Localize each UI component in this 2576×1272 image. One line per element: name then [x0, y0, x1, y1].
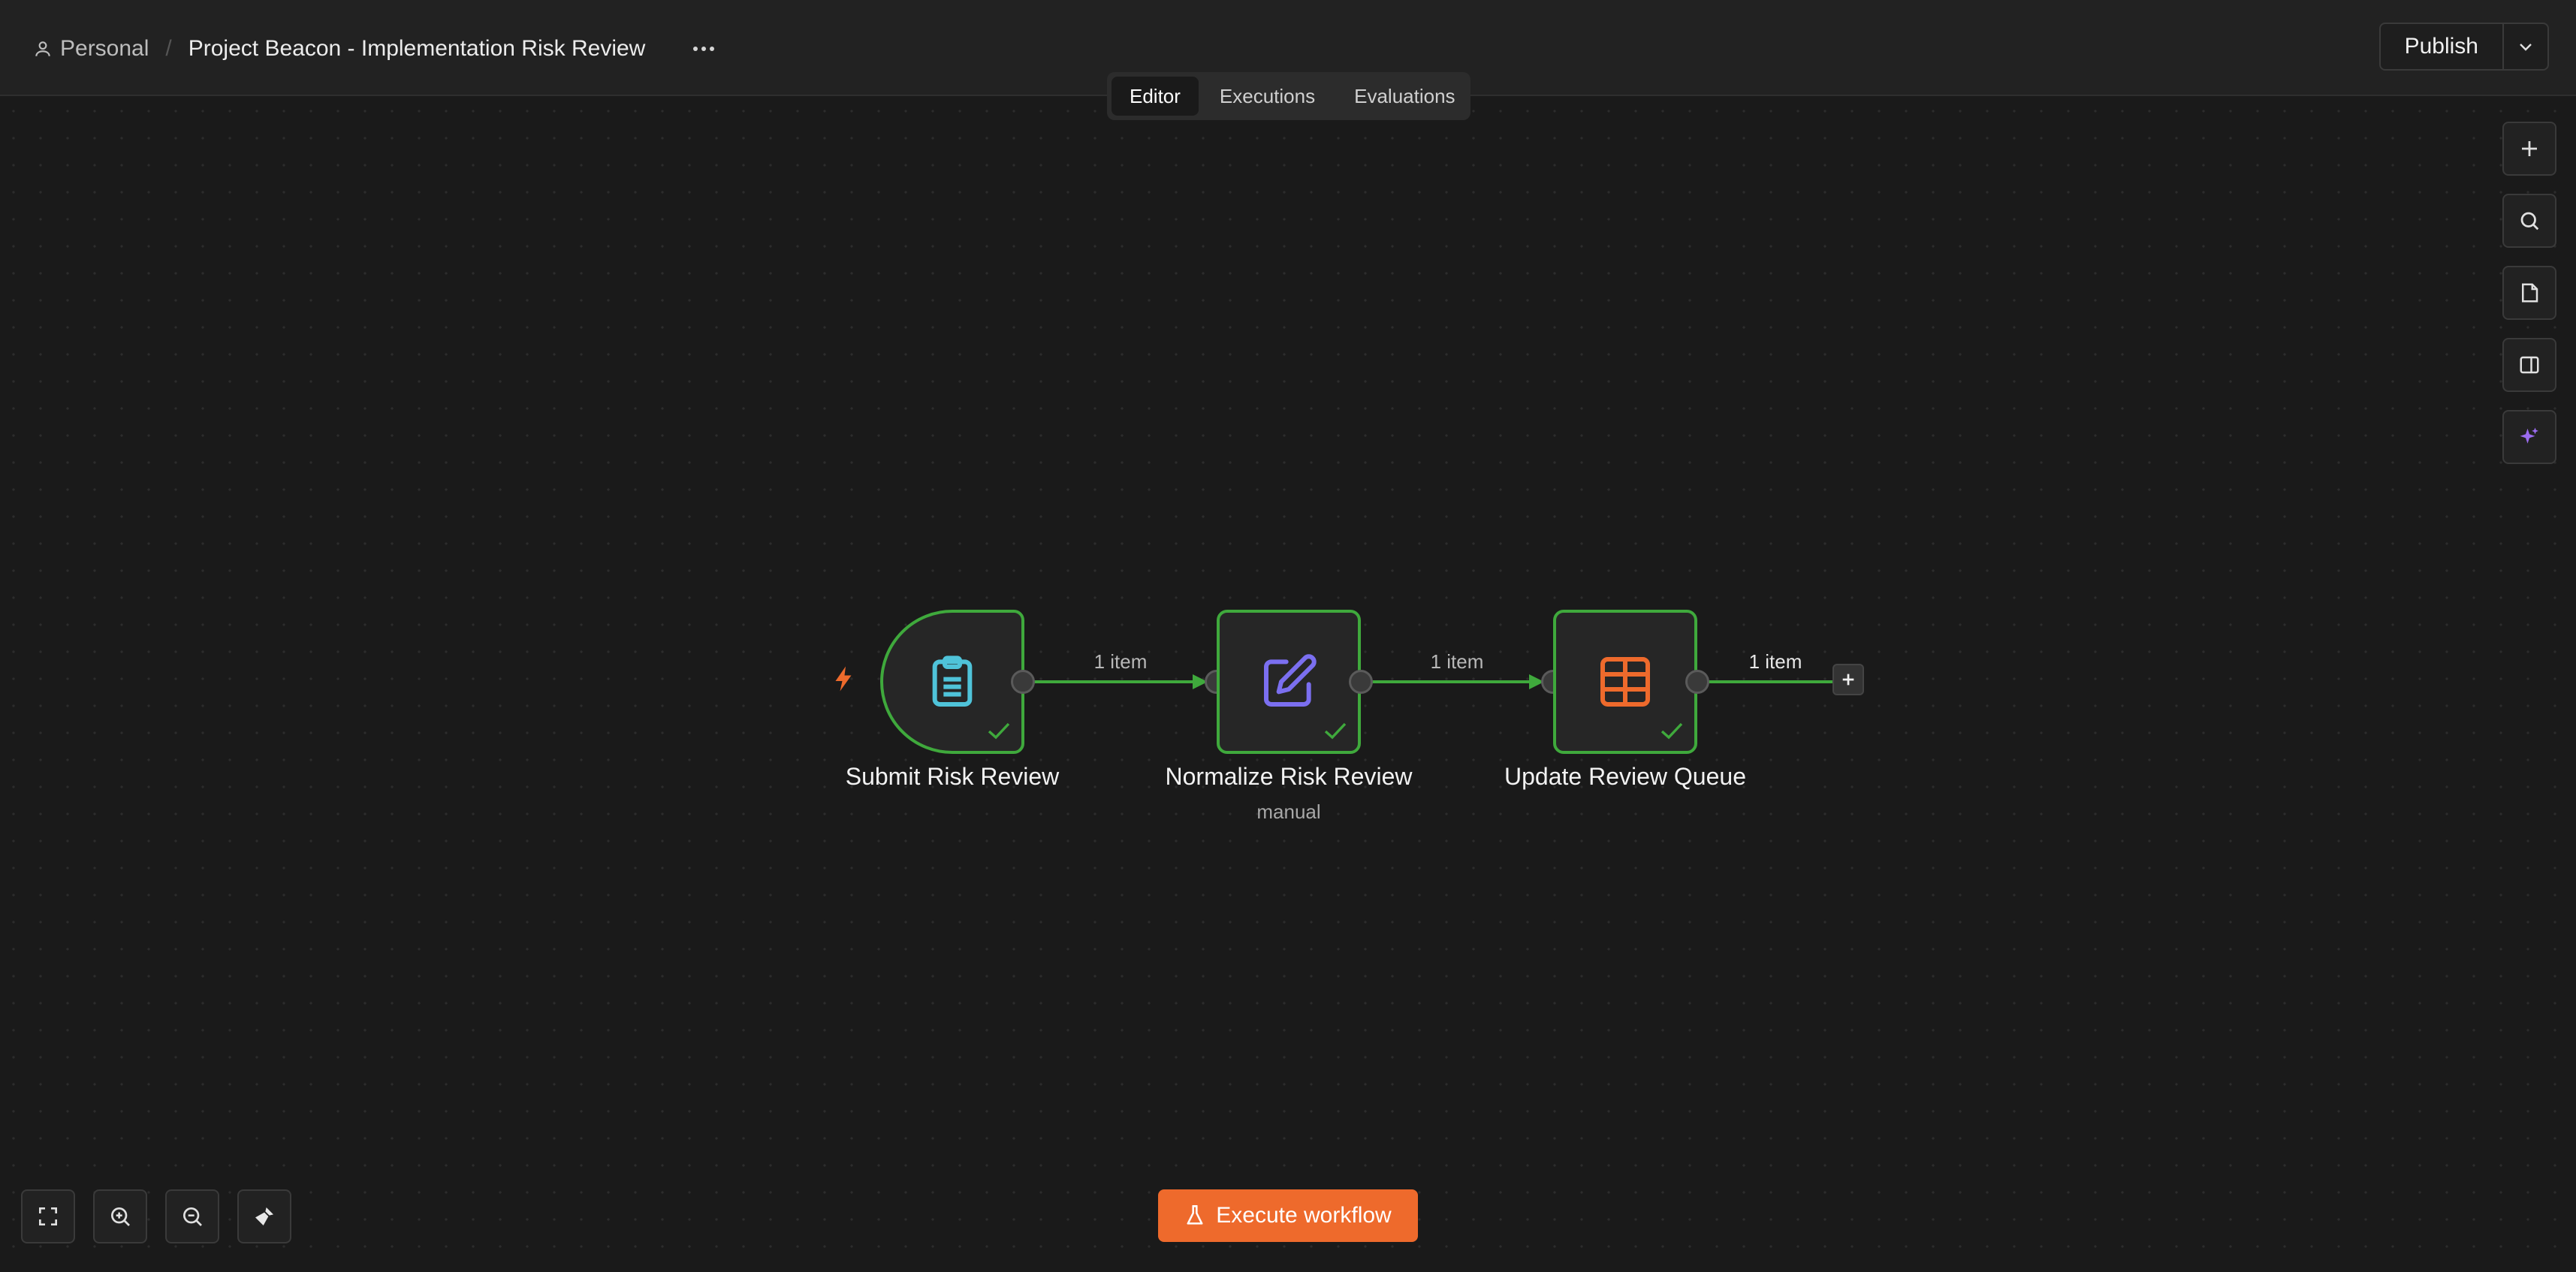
node-label: Update Review Queue — [1504, 763, 1746, 790]
chevron-down-icon — [2520, 44, 2532, 51]
tab-evaluations[interactable]: Evaluations — [1336, 77, 1473, 116]
success-check-icon — [1661, 722, 1683, 740]
trigger-bolt-icon — [835, 666, 852, 692]
success-check-icon — [988, 722, 1010, 740]
node-label: Normalize Risk Review — [1165, 763, 1413, 790]
sticky-note-button[interactable] — [2502, 266, 2556, 320]
node-subtitle: manual — [1256, 800, 1321, 823]
toggle-panel-button[interactable] — [2502, 338, 2556, 392]
flask-icon — [1187, 1205, 1203, 1225]
edge-item-count: 1 item — [1748, 650, 1802, 673]
plus-icon — [2522, 141, 2537, 156]
output-handle-1[interactable] — [1011, 670, 1035, 694]
node-label: Submit Risk Review — [845, 763, 1060, 790]
publish-button[interactable]: Publish — [2381, 24, 2502, 69]
fit-view-button[interactable] — [21, 1189, 75, 1243]
publish-group: Publish — [2378, 23, 2549, 71]
broom-icon — [255, 1207, 273, 1225]
panel-icon — [2520, 356, 2539, 374]
zoom-in-button[interactable] — [93, 1189, 147, 1243]
breadcrumb-separator: / — [165, 36, 172, 61]
node-submit-risk-review[interactable] — [880, 610, 1024, 754]
tab-editor[interactable]: Editor — [1112, 77, 1199, 116]
zoom-out-icon — [183, 1207, 202, 1226]
more-options-button[interactable] — [687, 32, 720, 65]
publish-options-button[interactable] — [2502, 24, 2547, 69]
edge-item-count: 1 item — [1093, 650, 1148, 673]
edge-item-count: 1 item — [1430, 650, 1484, 673]
node-update-review-queue[interactable] — [1553, 610, 1697, 754]
zoom-in-icon — [111, 1207, 130, 1226]
zoom-controls — [21, 1189, 291, 1243]
ai-assistant-button[interactable] — [2502, 410, 2556, 464]
table-icon — [1600, 657, 1650, 707]
node-normalize-risk-review[interactable] — [1217, 610, 1361, 754]
clipboard-icon — [932, 656, 973, 707]
tidy-up-button[interactable] — [237, 1189, 291, 1243]
zoom-out-button[interactable] — [165, 1189, 219, 1243]
workflow-title[interactable]: Project Beacon - Implementation Risk Rev… — [189, 36, 646, 62]
tab-executions[interactable]: Executions — [1202, 77, 1333, 116]
sticky-note-icon — [2522, 283, 2538, 303]
breadcrumb: Personal / Project Beacon - Implementati… — [33, 30, 720, 68]
sparkle-icon — [2520, 427, 2538, 444]
add-node-button[interactable] — [2502, 122, 2556, 176]
plus-icon — [1842, 674, 1854, 686]
success-check-icon — [1324, 722, 1347, 740]
search-nodes-button[interactable] — [2502, 194, 2556, 248]
workflow-editor: Personal / Project Beacon - Implementati… — [0, 0, 2576, 1272]
execute-workflow-button[interactable]: Execute workflow — [1158, 1189, 1418, 1242]
breadcrumb-project-label: Personal — [60, 36, 149, 61]
edit-icon — [1264, 654, 1317, 707]
search-icon — [2520, 212, 2539, 231]
user-icon — [35, 41, 50, 56]
canvas-toolbar — [2502, 122, 2556, 464]
output-handle-3[interactable] — [1685, 670, 1709, 694]
breadcrumb-project[interactable]: Personal — [33, 36, 149, 62]
execute-workflow-label: Execute workflow — [1216, 1203, 1392, 1228]
ellipsis-icon — [693, 47, 715, 51]
add-next-node-button[interactable] — [1832, 664, 1864, 695]
output-handle-2[interactable] — [1349, 670, 1373, 694]
fit-view-icon — [39, 1207, 57, 1225]
view-tabs: Editor Executions Evaluations — [1107, 72, 1470, 120]
